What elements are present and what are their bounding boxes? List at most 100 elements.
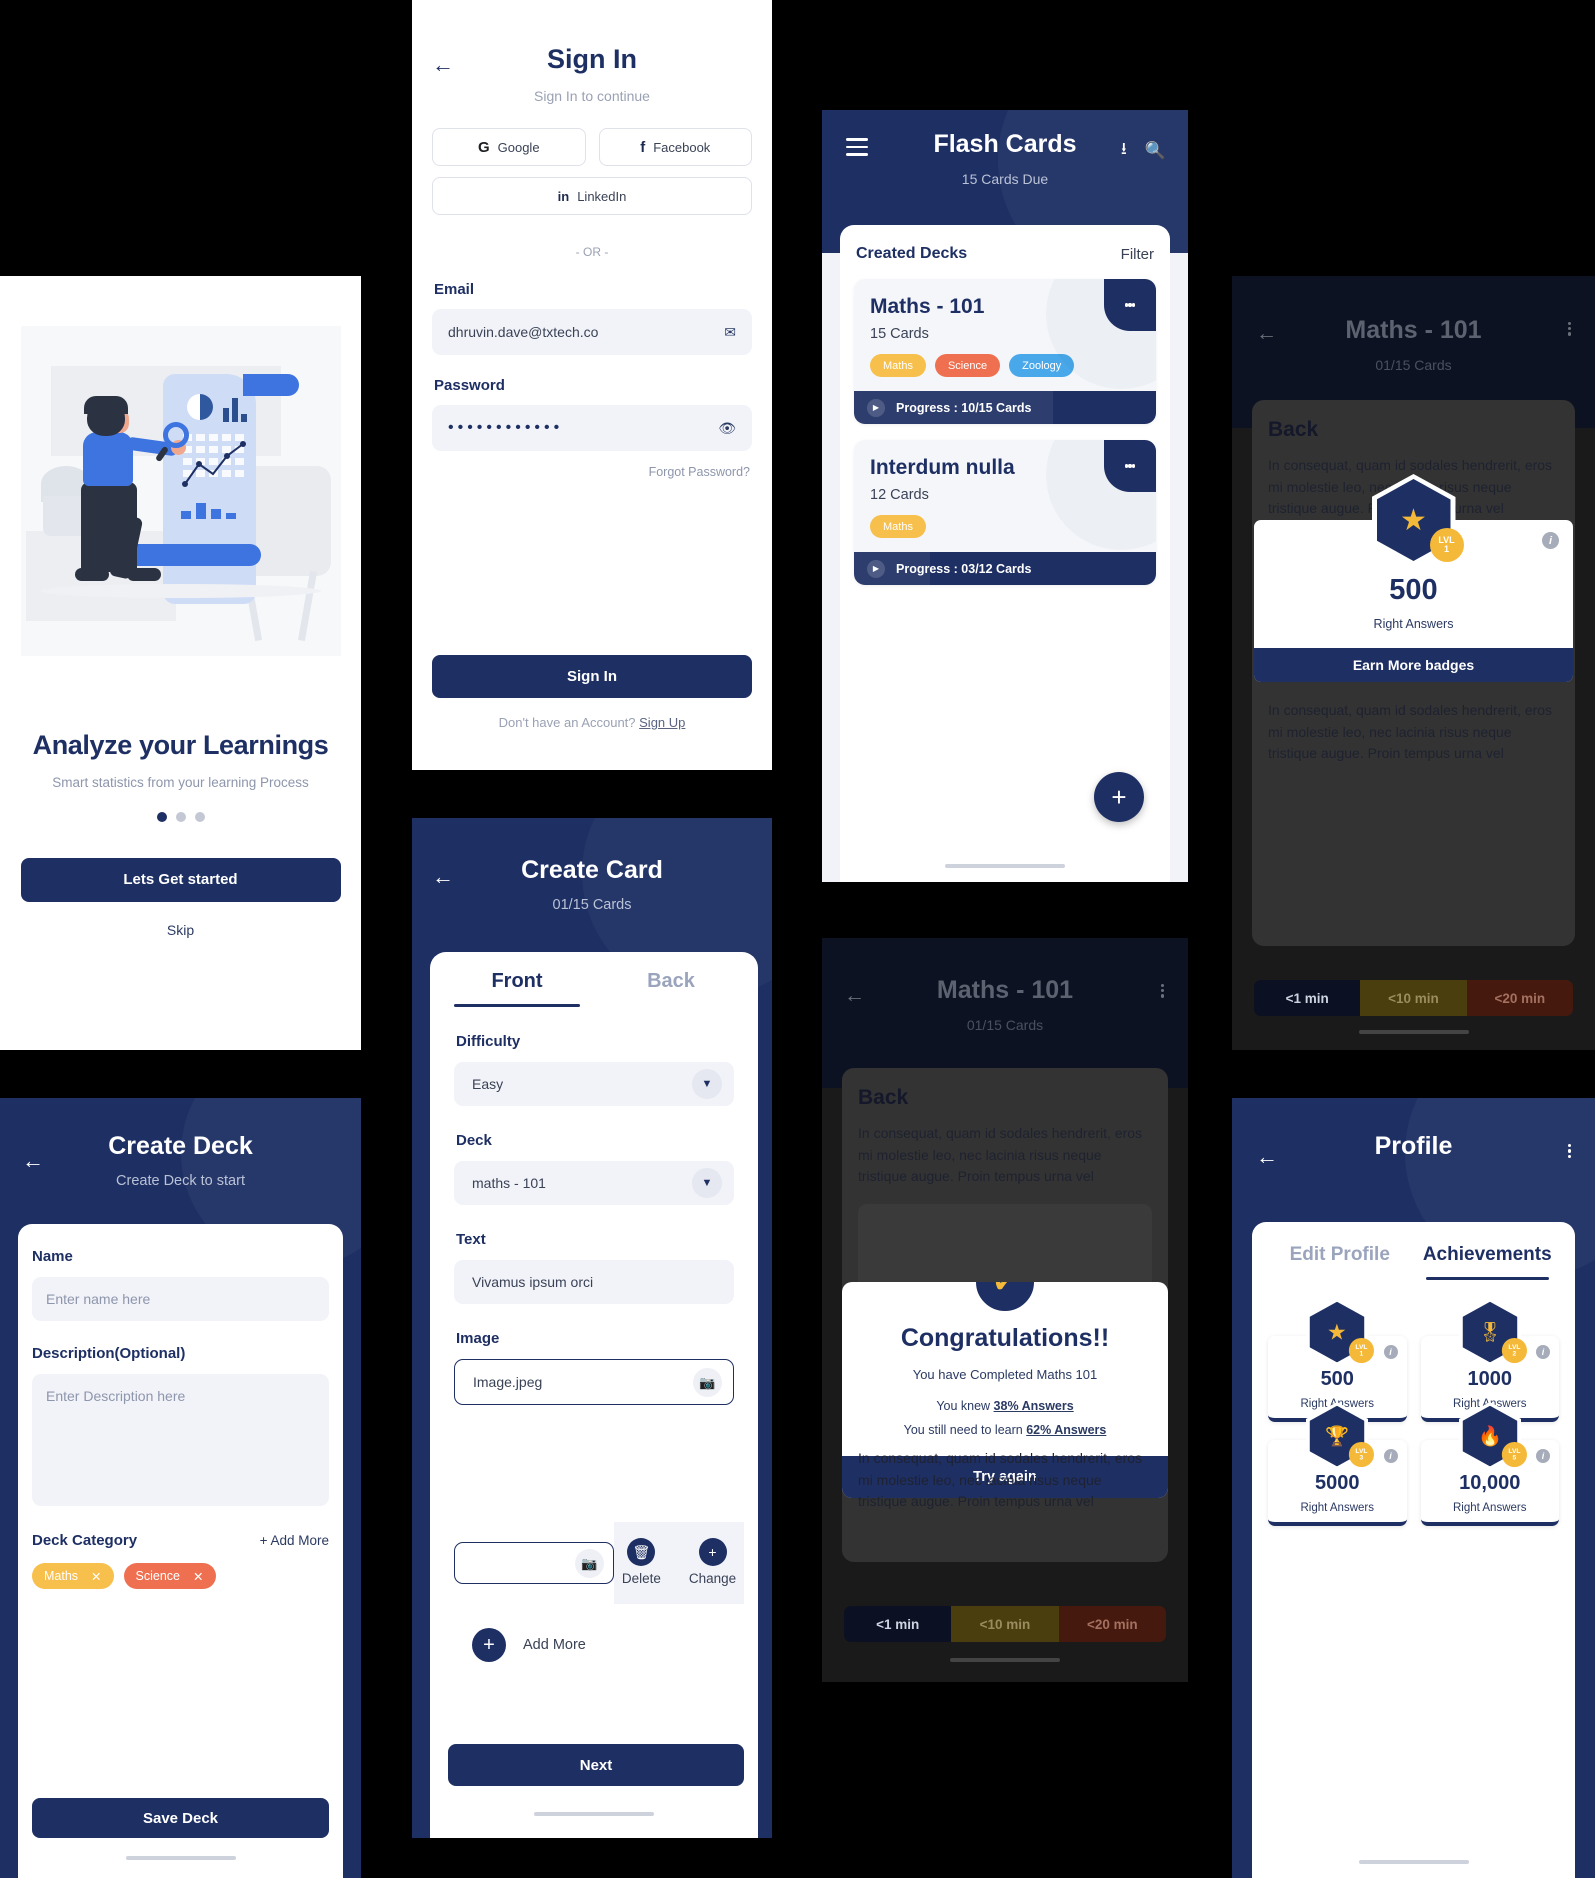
delete-image-button[interactable]: 🗑 Delete bbox=[622, 1538, 661, 1588]
deck-menu-icon[interactable] bbox=[1104, 279, 1156, 331]
signin-submit-button[interactable]: Sign In bbox=[432, 655, 752, 698]
back-arrow-icon[interactable]: ← bbox=[22, 1148, 44, 1174]
card-bottom-text: In consequat, quam id sodales hendrerit,… bbox=[858, 1450, 1143, 1510]
time-chip-10min[interactable]: <10 min bbox=[951, 1606, 1059, 1642]
search-icon[interactable]: 🔍 bbox=[1145, 141, 1166, 161]
play-icon[interactable]: ▶ bbox=[867, 559, 885, 578]
difficulty-select[interactable]: Easy ▼ bbox=[454, 1062, 734, 1106]
deck-progress-bar[interactable]: ▶ Progress : 03/12 Cards bbox=[854, 552, 1156, 585]
filter-button[interactable]: Filter bbox=[1121, 246, 1154, 263]
onboarding-title: Analyze your Learnings bbox=[32, 730, 329, 760]
achievement-card[interactable]: i 🏆 LVL 3 5000 Right Answers bbox=[1268, 1402, 1407, 1526]
badge-caption: Right Answers bbox=[1373, 617, 1454, 631]
onboarding-subtitle: Smart statistics from your learning Proc… bbox=[52, 775, 309, 790]
password-label: Password bbox=[434, 377, 505, 394]
deck-select[interactable]: maths - 101 ▼ bbox=[454, 1161, 734, 1205]
linkedin-signin-button[interactable]: in LinkedIn bbox=[432, 177, 752, 215]
create-card-screen: ← Create Card 01/15 Cards Front Back Dif… bbox=[412, 818, 772, 1838]
deck-progress-label: Progress : 10/15 Cards bbox=[896, 400, 1032, 415]
level-badge: LVL 3 bbox=[1349, 1441, 1375, 1468]
facebook-signin-button[interactable]: f Facebook bbox=[598, 128, 752, 166]
image-input[interactable]: Image.jpeg 📷 bbox=[454, 1359, 734, 1405]
home-indicator bbox=[1358, 1030, 1469, 1034]
google-icon: G bbox=[477, 138, 490, 156]
add-more-category-button[interactable]: + Add More bbox=[260, 1533, 329, 1548]
info-icon[interactable]: i bbox=[1383, 1449, 1398, 1463]
deck-tag[interactable]: Science bbox=[934, 354, 1001, 377]
back-arrow-icon[interactable]: ← bbox=[1256, 322, 1277, 346]
eye-icon[interactable]: 👁 bbox=[718, 420, 736, 437]
onboarding-page-dots[interactable] bbox=[0, 812, 361, 822]
achievements-grid: i ★ LVL 1 500 Right Answers i 🎖 LVL 2 10… bbox=[1252, 1280, 1575, 1526]
envelope-icon[interactable]: ✉ bbox=[724, 324, 736, 341]
more-options-icon[interactable] bbox=[1567, 320, 1571, 338]
add-more-button[interactable]: + Add More bbox=[472, 1628, 586, 1662]
password-field[interactable]: •••••••••••• 👁 bbox=[432, 405, 752, 451]
picture-icon[interactable]: 📷 bbox=[575, 1549, 604, 1578]
known-value: 38% Answers bbox=[993, 1399, 1074, 1413]
deck-card[interactable]: Maths - 101 15 Cards Maths Science Zoolo… bbox=[854, 279, 1156, 424]
tab-front[interactable]: Front bbox=[440, 970, 594, 1007]
difficulty-label: Difficulty bbox=[456, 1033, 521, 1050]
back-arrow-icon[interactable]: ← bbox=[1256, 1144, 1278, 1170]
deck-progress-bar[interactable]: ▶ Progress : 10/15 Cards bbox=[854, 391, 1156, 424]
close-icon[interactable]: ✕ bbox=[91, 1569, 101, 1584]
home-indicator bbox=[534, 1812, 654, 1816]
skip-button[interactable]: Skip bbox=[0, 922, 361, 938]
card-body-text: In consequat, quam id sodales hendrerit,… bbox=[858, 1125, 1143, 1185]
back-arrow-icon[interactable]: ← bbox=[432, 52, 454, 78]
email-field[interactable]: dhruvin.dave@txtech.co ✉ bbox=[432, 309, 752, 355]
tab-achievements[interactable]: Achievements bbox=[1414, 1244, 1562, 1280]
hamburger-icon[interactable] bbox=[846, 138, 868, 161]
card-text-input[interactable]: Vivamus ipsum orci bbox=[454, 1260, 734, 1304]
more-options-icon[interactable] bbox=[1160, 982, 1164, 1000]
secondary-image-input[interactable]: 📷 bbox=[454, 1542, 614, 1584]
download-icon[interactable]: ⭳ bbox=[1121, 136, 1127, 165]
deck-tag[interactable]: Maths bbox=[870, 354, 926, 377]
add-deck-fab[interactable]: + bbox=[1094, 772, 1144, 822]
category-chip-maths[interactable]: Maths ✕ bbox=[32, 1563, 114, 1589]
forgot-password-link[interactable]: Forgot Password? bbox=[412, 465, 772, 479]
chevron-down-icon[interactable]: ▼ bbox=[692, 1168, 722, 1198]
earn-more-badges-button[interactable]: Earn More badges bbox=[1254, 648, 1573, 682]
close-icon[interactable]: ✕ bbox=[193, 1569, 203, 1584]
info-icon[interactable]: i bbox=[1542, 532, 1559, 549]
linkedin-label: LinkedIn bbox=[577, 188, 627, 204]
signup-link[interactable]: Sign Up bbox=[639, 715, 685, 730]
save-deck-button[interactable]: Save Deck bbox=[32, 1798, 329, 1838]
more-options-icon[interactable] bbox=[1567, 1142, 1571, 1160]
google-signin-button[interactable]: G Google bbox=[432, 128, 586, 166]
level-value: 1 bbox=[1443, 544, 1449, 554]
deck-menu-icon[interactable] bbox=[1104, 440, 1156, 492]
get-started-button[interactable]: Lets Get started bbox=[20, 858, 341, 902]
page-dot-2[interactable] bbox=[175, 812, 186, 822]
google-label: Google bbox=[497, 139, 540, 155]
deck-card[interactable]: Interdum nulla 12 Cards Maths ▶ Progress… bbox=[854, 440, 1156, 585]
play-icon[interactable]: ▶ bbox=[867, 398, 885, 417]
time-chip-1min[interactable]: <1 min bbox=[844, 1606, 952, 1642]
achievement-count: 1000 bbox=[1467, 1368, 1513, 1390]
time-chip-1min[interactable]: <1 min bbox=[1254, 980, 1361, 1016]
next-button[interactable]: Next bbox=[448, 1744, 744, 1786]
achievement-card[interactable]: i 🔥 LVL 5 10,000 Right Answers bbox=[1420, 1402, 1559, 1526]
chevron-down-icon[interactable]: ▼ bbox=[692, 1069, 722, 1099]
tab-edit-profile[interactable]: Edit Profile bbox=[1266, 1244, 1414, 1280]
deck-description-input[interactable]: Enter Description here bbox=[32, 1374, 329, 1506]
picture-icon[interactable]: 📷 bbox=[693, 1368, 722, 1397]
info-icon[interactable]: i bbox=[1536, 1449, 1550, 1463]
time-chip-20min[interactable]: <20 min bbox=[1466, 980, 1573, 1016]
info-icon[interactable]: i bbox=[1383, 1345, 1398, 1359]
page-dot-3[interactable] bbox=[194, 812, 205, 822]
info-icon[interactable]: i bbox=[1536, 1345, 1550, 1359]
change-image-button[interactable]: + Change bbox=[689, 1538, 736, 1588]
category-chip-science[interactable]: Science ✕ bbox=[123, 1563, 216, 1589]
tab-back[interactable]: Back bbox=[594, 970, 748, 1007]
back-arrow-icon[interactable]: ← bbox=[432, 864, 454, 890]
deck-name-input[interactable]: Enter name here bbox=[32, 1277, 329, 1321]
back-arrow-icon[interactable]: ← bbox=[844, 984, 865, 1008]
tolearn-value: 62% Answers bbox=[1026, 1423, 1107, 1437]
page-dot-1[interactable] bbox=[156, 812, 167, 822]
time-chip-10min[interactable]: <10 min bbox=[1360, 980, 1467, 1016]
deck-tag[interactable]: Maths bbox=[870, 515, 926, 538]
time-chip-20min[interactable]: <20 min bbox=[1058, 1606, 1166, 1642]
